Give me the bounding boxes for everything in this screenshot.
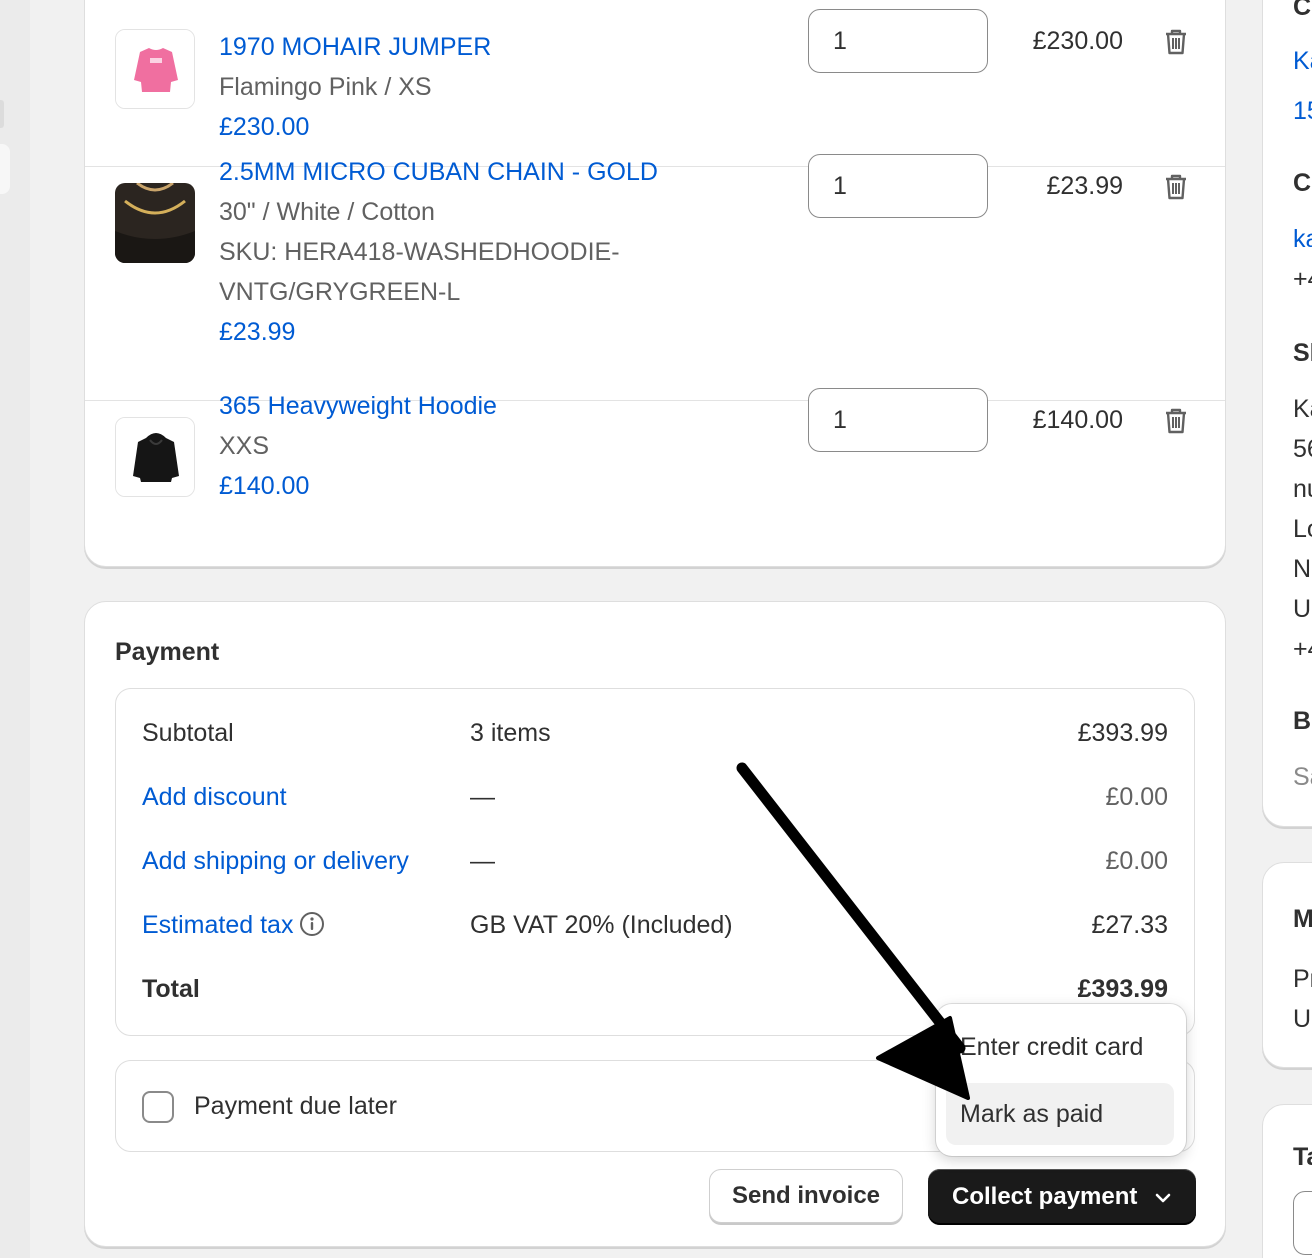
tax-row: Estimated tax GB VAT 20% (Included) £27.… bbox=[142, 907, 1168, 947]
pink-jumper-thumbnail bbox=[115, 29, 195, 109]
product-unit-price: £23.99 bbox=[219, 318, 296, 346]
tags-card: Ta bbox=[1262, 1104, 1312, 1258]
discount-value: — bbox=[470, 783, 495, 811]
product-name-link[interactable]: 365 Heavyweight Hoodie bbox=[219, 392, 497, 421]
product-row: 2.5MM MICRO CUBAN CHAIN - GOLD 30" / Whi… bbox=[85, 154, 1225, 400]
payment-summary: Subtotal 3 items £393.99 Add discount — … bbox=[115, 688, 1195, 1036]
black-hoodie-thumbnail bbox=[115, 417, 195, 497]
markets-line: Pr bbox=[1293, 965, 1312, 993]
tax-amount: £27.33 bbox=[1091, 911, 1168, 939]
contact-email-link[interactable]: ka bbox=[1293, 225, 1312, 254]
menu-item-enter-credit-card[interactable]: Enter credit card bbox=[946, 1016, 1174, 1078]
shipping-address-line: Ka bbox=[1293, 395, 1312, 423]
sidebar-selected-item-edge[interactable] bbox=[0, 144, 10, 194]
shipping-address-line: 56 bbox=[1293, 435, 1312, 463]
product-variant: XXS bbox=[219, 432, 270, 460]
subtotal-amount: £393.99 bbox=[1077, 719, 1168, 747]
line-total: £140.00 bbox=[1032, 406, 1123, 434]
info-icon[interactable] bbox=[299, 911, 325, 937]
chevron-down-icon bbox=[1155, 1193, 1171, 1203]
shipping-address-line: nu bbox=[1293, 475, 1312, 503]
estimated-tax-label-wrap: Estimated tax bbox=[142, 911, 325, 940]
product-variant: 30" / White / Cotton bbox=[219, 198, 435, 226]
customer-orders-link[interactable]: 15 bbox=[1293, 97, 1312, 126]
shipping-row: Add shipping or delivery — £0.00 bbox=[142, 843, 1168, 883]
product-sku-continued: VNTG/GRYGREEN-L bbox=[219, 278, 461, 306]
product-row: 1970 MOHAIR JUMPER Flamingo Pink / XS £2… bbox=[85, 9, 1225, 166]
quantity-input[interactable]: 1 bbox=[808, 9, 988, 73]
shipping-address-phone: +4 bbox=[1293, 635, 1312, 663]
black-hoodie-image bbox=[116, 418, 194, 496]
contact-heading: C bbox=[1293, 169, 1312, 197]
customer-card: C Ka 15 C ka +4 Sh Ka 56 nu Lo N U +4 Bi… bbox=[1262, 0, 1312, 827]
menu-item-mark-as-paid[interactable]: Mark as paid bbox=[946, 1083, 1174, 1145]
quantity-input[interactable]: 1 bbox=[808, 154, 988, 218]
quantity-input[interactable]: 1 bbox=[808, 388, 988, 452]
product-unit-price: £230.00 bbox=[219, 113, 310, 141]
trash-icon[interactable] bbox=[1161, 27, 1191, 57]
shipping-address-line: Lo bbox=[1293, 515, 1312, 543]
billing-address-heading: Bi bbox=[1293, 707, 1312, 735]
payment-due-later-checkbox[interactable] bbox=[142, 1091, 174, 1123]
payment-title: Payment bbox=[115, 638, 220, 666]
shipping-address-line: U bbox=[1293, 595, 1312, 623]
shipping-address-heading: Sh bbox=[1293, 339, 1312, 367]
markets-heading: M bbox=[1293, 905, 1312, 933]
add-discount-link[interactable]: Add discount bbox=[142, 783, 287, 812]
sidebar-scroll-nub bbox=[0, 100, 4, 128]
customer-name-link[interactable]: Ka bbox=[1293, 47, 1312, 76]
subtotal-items-count: 3 items bbox=[470, 719, 551, 747]
product-unit-price: £140.00 bbox=[219, 472, 310, 500]
gold-chain-image bbox=[115, 183, 195, 263]
estimated-tax-link[interactable]: Estimated tax bbox=[142, 911, 293, 939]
contact-phone: +4 bbox=[1293, 265, 1312, 293]
payment-due-later-label[interactable]: Payment due later bbox=[194, 1092, 397, 1121]
collect-payment-menu: Enter credit card Mark as paid bbox=[936, 1004, 1186, 1156]
subtotal-label: Subtotal bbox=[142, 719, 234, 747]
shipping-address-line: N bbox=[1293, 555, 1312, 583]
total-label: Total bbox=[142, 975, 200, 1003]
collect-payment-button[interactable]: Collect payment bbox=[928, 1169, 1196, 1225]
tags-input[interactable] bbox=[1293, 1191, 1312, 1255]
product-name-link[interactable]: 1970 MOHAIR JUMPER bbox=[219, 33, 491, 62]
trash-icon[interactable] bbox=[1161, 172, 1191, 202]
shipping-value: — bbox=[470, 847, 495, 875]
customer-heading: C bbox=[1293, 0, 1312, 21]
product-sku: SKU: HERA418-WASHEDHOODIE- bbox=[219, 238, 620, 266]
tax-description: GB VAT 20% (Included) bbox=[470, 911, 733, 939]
left-sidebar-edge bbox=[0, 0, 30, 1258]
gold-chain-thumbnail bbox=[115, 183, 195, 263]
send-invoice-button[interactable]: Send invoice bbox=[709, 1169, 903, 1223]
product-row: 365 Heavyweight Hoodie XXS £140.00 1 £14… bbox=[85, 388, 1225, 568]
product-variant: Flamingo Pink / XS bbox=[219, 73, 432, 101]
discount-amount: £0.00 bbox=[1105, 783, 1168, 811]
trash-icon[interactable] bbox=[1161, 406, 1191, 436]
total-amount: £393.99 bbox=[1077, 975, 1168, 1003]
shipping-amount: £0.00 bbox=[1105, 847, 1168, 875]
billing-address-value: Sa bbox=[1293, 763, 1312, 791]
discount-row: Add discount — £0.00 bbox=[142, 779, 1168, 819]
line-total: £23.99 bbox=[1046, 172, 1123, 200]
line-total: £230.00 bbox=[1032, 27, 1123, 55]
tags-heading: Ta bbox=[1293, 1143, 1312, 1171]
subtotal-row: Subtotal 3 items £393.99 bbox=[142, 715, 1168, 755]
markets-card: M Pr U bbox=[1262, 862, 1312, 1068]
products-card: 1970 MOHAIR JUMPER Flamingo Pink / XS £2… bbox=[84, 0, 1226, 567]
markets-line: U bbox=[1293, 1005, 1312, 1033]
add-shipping-link[interactable]: Add shipping or delivery bbox=[142, 847, 409, 876]
collect-payment-label: Collect payment bbox=[952, 1183, 1138, 1210]
pink-jumper-image bbox=[116, 30, 194, 108]
product-name-link[interactable]: 2.5MM MICRO CUBAN CHAIN - GOLD bbox=[219, 158, 658, 187]
